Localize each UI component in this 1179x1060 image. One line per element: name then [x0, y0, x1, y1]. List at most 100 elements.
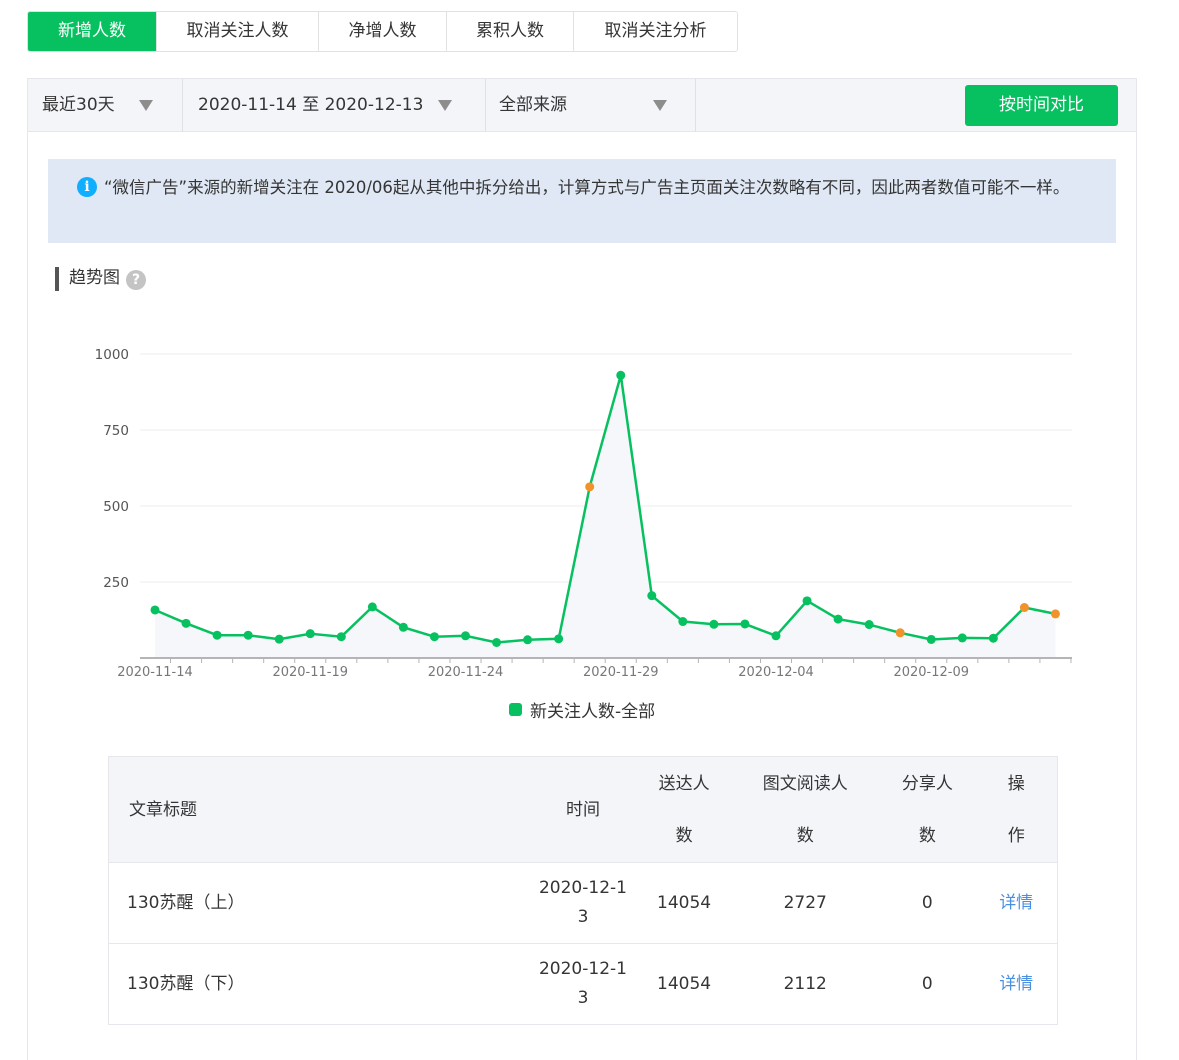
divider	[695, 79, 696, 132]
chart-data-point[interactable]	[367, 602, 377, 612]
chart-area-fill	[155, 375, 1056, 658]
chart-data-point[interactable]	[150, 605, 160, 615]
col-header-action: 操作	[975, 756, 1058, 863]
cell-delivered: 14054	[637, 943, 732, 1025]
chart-data-point[interactable]	[461, 631, 470, 641]
notice-text: “微信广告”来源的新增关注在 2020/06起从其他中拆分给出，计算方式与广告主…	[104, 178, 1070, 197]
y-tick-label: 1000	[95, 347, 129, 363]
y-tick-label: 750	[103, 423, 129, 439]
chart-data-point[interactable]	[1050, 609, 1060, 619]
cell-time: 2020-12-13	[528, 862, 638, 944]
cell-delivered: 14054	[637, 862, 732, 944]
cell-readers: 2727	[731, 862, 880, 944]
x-tick-label: 2020-11-29	[583, 665, 659, 679]
chart-data-point[interactable]	[678, 617, 688, 627]
legend-label: 新关注人数-全部	[530, 701, 656, 722]
chart-data-point[interactable]	[305, 629, 315, 639]
help-icon[interactable]: ?	[126, 270, 146, 290]
date-range-picker[interactable]: 2020-11-14 至 2020-12-13	[198, 79, 488, 132]
period-dropdown[interactable]: 最近30天	[42, 79, 182, 132]
chart-data-point[interactable]	[398, 622, 408, 632]
chart-data-point[interactable]	[833, 614, 843, 624]
col-header-time: 时间	[528, 756, 638, 863]
chart-data-point[interactable]	[988, 633, 998, 643]
date-range-value: 2020-11-14 至 2020-12-13	[198, 95, 424, 115]
source-dropdown[interactable]: 全部来源	[499, 79, 699, 132]
col-header-action-label: 操作	[1007, 773, 1025, 846]
chevron-down-icon	[139, 100, 153, 111]
chart-legend[interactable]: 新关注人数-全部	[509, 698, 656, 722]
chart-data-point[interactable]	[523, 635, 533, 645]
legend-swatch	[509, 702, 522, 716]
chart-data-point[interactable]	[740, 619, 750, 629]
col-header-readers-label: 图文阅读人数	[762, 773, 848, 846]
detail-link[interactable]: 详情	[999, 974, 1033, 994]
tab-unfollow-analysis[interactable]: 取消关注分析	[574, 12, 737, 51]
info-icon: i	[77, 177, 97, 197]
chart-data-point[interactable]	[709, 619, 719, 629]
col-header-title: 文章标题	[108, 756, 529, 863]
filter-bar: 最近30天 2020-11-14 至 2020-12-13 全部来源 按时间对比	[28, 79, 1136, 132]
divider	[485, 79, 486, 132]
col-header-delivered-label: 送达人数	[658, 773, 710, 846]
chevron-down-icon	[438, 100, 452, 111]
analytics-panel: 最近30天 2020-11-14 至 2020-12-13 全部来源 按时间对比…	[27, 78, 1137, 1060]
cell-time: 2020-12-13	[528, 943, 638, 1025]
cell-action: 详情	[975, 943, 1058, 1025]
chart-data-point[interactable]	[585, 482, 595, 492]
chart-data-point[interactable]	[647, 591, 657, 601]
x-tick-label: 2020-11-24	[428, 665, 504, 679]
chart-data-point[interactable]	[616, 370, 626, 380]
chart-data-point[interactable]	[926, 634, 936, 644]
table-row: 130苏醒（下） 2020-12-13 14054 2112 0 详情	[108, 943, 1058, 1025]
x-tick-label: 2020-12-04	[738, 665, 814, 679]
tab-new-followers[interactable]: 新增人数	[28, 12, 157, 51]
tab-net-growth[interactable]: 净增人数	[319, 12, 447, 51]
y-tick-label: 250	[103, 575, 129, 591]
source-value: 全部来源	[499, 95, 567, 115]
chart-data-point[interactable]	[274, 634, 284, 644]
chart-data-point[interactable]	[181, 618, 191, 628]
info-notice: i “微信广告”来源的新增关注在 2020/06起从其他中拆分给出，计算方式与广…	[48, 159, 1116, 243]
chart-data-point[interactable]	[212, 630, 222, 640]
chevron-down-icon	[653, 100, 667, 111]
cell-time-text: 2020-12-13	[538, 959, 627, 1008]
cell-title: 130苏醒（上）	[108, 862, 529, 944]
metric-tabs: 新增人数 取消关注人数 净增人数 累积人数 取消关注分析	[27, 11, 738, 52]
col-header-readers: 图文阅读人数	[731, 756, 880, 863]
cell-readers: 2112	[731, 943, 880, 1025]
chart-data-point[interactable]	[243, 630, 253, 640]
x-tick-label: 2020-11-19	[272, 665, 348, 679]
chart-data-point[interactable]	[554, 634, 564, 644]
cell-title: 130苏醒（下）	[108, 943, 529, 1025]
compare-by-time-button[interactable]: 按时间对比	[965, 85, 1118, 126]
chart-data-point[interactable]	[336, 632, 346, 642]
period-value: 最近30天	[42, 95, 115, 115]
table-row: 130苏醒（上） 2020-12-13 14054 2727 0 详情	[108, 862, 1058, 944]
chart-data-point[interactable]	[895, 628, 905, 638]
cell-action: 详情	[975, 862, 1058, 944]
x-tick-label: 2020-12-09	[893, 665, 969, 679]
chart-data-point[interactable]	[492, 637, 502, 647]
chart-data-point[interactable]	[1019, 603, 1029, 613]
trend-chart: 1000 750 500 250 2020-11-14 2020-11-19 2020-1…	[95, 347, 1072, 679]
cell-sharers: 0	[879, 862, 976, 944]
chart-data-point[interactable]	[771, 631, 781, 641]
trend-title: 趋势图	[55, 267, 120, 291]
tab-unfollowers[interactable]: 取消关注人数	[157, 12, 319, 51]
cell-time-text: 2020-12-13	[538, 878, 627, 927]
chart-data-point[interactable]	[957, 633, 967, 643]
x-tick-label: 2020-11-14	[117, 665, 193, 679]
y-tick-label: 500	[103, 499, 129, 515]
col-header-delivered: 送达人数	[637, 756, 732, 863]
col-header-sharers: 分享人数	[879, 756, 976, 863]
cell-sharers: 0	[879, 943, 976, 1025]
col-header-sharers-label: 分享人数	[901, 773, 953, 846]
chart-data-point[interactable]	[429, 632, 439, 642]
detail-link[interactable]: 详情	[999, 893, 1033, 913]
divider	[182, 79, 183, 132]
tab-cumulative[interactable]: 累积人数	[447, 12, 574, 51]
chart-data-point[interactable]	[802, 596, 812, 606]
table-header-row: 文章标题 时间 送达人数 图文阅读人数 分享人数 操作	[108, 756, 1058, 863]
chart-data-point[interactable]	[864, 620, 874, 630]
